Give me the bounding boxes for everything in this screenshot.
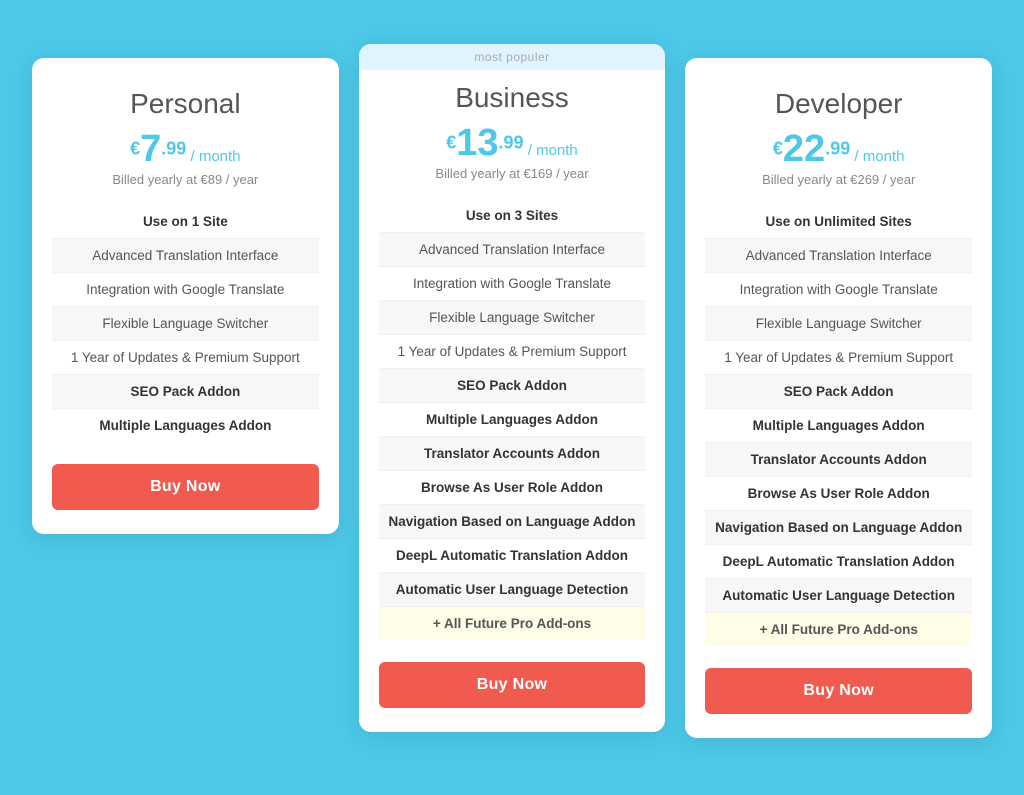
plan-price-personal: €7.99 / month bbox=[52, 130, 319, 168]
feature-item: Translator Accounts Addon bbox=[379, 436, 646, 470]
plan-card-personal: Personal €7.99 / month Billed yearly at … bbox=[32, 58, 339, 534]
feature-item: SEO Pack Addon bbox=[52, 374, 319, 408]
feature-item: 1 Year of Updates & Premium Support bbox=[705, 340, 972, 374]
feature-item: Multiple Languages Addon bbox=[52, 408, 319, 442]
feature-item: Use on 3 Sites bbox=[379, 199, 646, 232]
feature-item: SEO Pack Addon bbox=[379, 368, 646, 402]
price-period-developer: / month bbox=[850, 148, 904, 165]
price-decimal-business: .99 bbox=[499, 132, 524, 152]
feature-item: + All Future Pro Add-ons bbox=[705, 612, 972, 646]
plan-name-business: Business bbox=[379, 82, 646, 114]
feature-item: Multiple Languages Addon bbox=[379, 402, 646, 436]
features-list-developer: Use on Unlimited SitesAdvanced Translati… bbox=[705, 205, 972, 646]
billed-yearly-personal: Billed yearly at €89 / year bbox=[52, 172, 319, 187]
feature-item: DeepL Automatic Translation Addon bbox=[705, 544, 972, 578]
feature-item: 1 Year of Updates & Premium Support bbox=[52, 340, 319, 374]
feature-item: Flexible Language Switcher bbox=[379, 300, 646, 334]
plan-name-developer: Developer bbox=[705, 88, 972, 120]
feature-item: Automatic User Language Detection bbox=[705, 578, 972, 612]
feature-item: 1 Year of Updates & Premium Support bbox=[379, 334, 646, 368]
feature-item: Integration with Google Translate bbox=[52, 272, 319, 306]
price-decimal-developer: .99 bbox=[825, 138, 850, 158]
billed-yearly-business: Billed yearly at €169 / year bbox=[379, 166, 646, 181]
features-list-business: Use on 3 SitesAdvanced Translation Inter… bbox=[379, 199, 646, 640]
plan-price-business: €13.99 / month bbox=[379, 124, 646, 162]
buy-button-developer[interactable]: Buy Now bbox=[705, 668, 972, 714]
price-main-personal: 7 bbox=[140, 128, 161, 170]
feature-item: Flexible Language Switcher bbox=[705, 306, 972, 340]
buy-button-business[interactable]: Buy Now bbox=[379, 662, 646, 708]
price-period-personal: / month bbox=[186, 148, 240, 165]
plan-card-developer: Developer €22.99 / month Billed yearly a… bbox=[685, 58, 992, 738]
price-currency-developer: € bbox=[773, 138, 783, 158]
price-main-business: 13 bbox=[456, 122, 498, 164]
feature-item: + All Future Pro Add-ons bbox=[379, 606, 646, 640]
price-decimal-personal: .99 bbox=[161, 138, 186, 158]
price-currency-business: € bbox=[446, 132, 456, 152]
feature-item: Browse As User Role Addon bbox=[379, 470, 646, 504]
most-popular-badge: most populer bbox=[359, 44, 666, 70]
feature-item: Integration with Google Translate bbox=[705, 272, 972, 306]
feature-item: Navigation Based on Language Addon bbox=[705, 510, 972, 544]
plan-price-developer: €22.99 / month bbox=[705, 130, 972, 168]
billed-yearly-developer: Billed yearly at €269 / year bbox=[705, 172, 972, 187]
feature-item: Automatic User Language Detection bbox=[379, 572, 646, 606]
feature-item: Advanced Translation Interface bbox=[705, 238, 972, 272]
feature-item: Use on 1 Site bbox=[52, 205, 319, 238]
features-list-personal: Use on 1 SiteAdvanced Translation Interf… bbox=[52, 205, 319, 442]
feature-item: Advanced Translation Interface bbox=[379, 232, 646, 266]
feature-item: SEO Pack Addon bbox=[705, 374, 972, 408]
plan-card-business: most populer Business €13.99 / month Bil… bbox=[359, 44, 666, 732]
price-main-developer: 22 bbox=[783, 128, 825, 170]
price-period-business: / month bbox=[524, 142, 578, 159]
buy-button-personal[interactable]: Buy Now bbox=[52, 464, 319, 510]
feature-item: Integration with Google Translate bbox=[379, 266, 646, 300]
feature-item: Flexible Language Switcher bbox=[52, 306, 319, 340]
price-currency-personal: € bbox=[130, 138, 140, 158]
plan-name-personal: Personal bbox=[52, 88, 319, 120]
pricing-container: Personal €7.99 / month Billed yearly at … bbox=[22, 58, 1002, 738]
feature-item: Multiple Languages Addon bbox=[705, 408, 972, 442]
feature-item: Advanced Translation Interface bbox=[52, 238, 319, 272]
feature-item: Use on Unlimited Sites bbox=[705, 205, 972, 238]
feature-item: Browse As User Role Addon bbox=[705, 476, 972, 510]
feature-item: Translator Accounts Addon bbox=[705, 442, 972, 476]
feature-item: Navigation Based on Language Addon bbox=[379, 504, 646, 538]
feature-item: DeepL Automatic Translation Addon bbox=[379, 538, 646, 572]
